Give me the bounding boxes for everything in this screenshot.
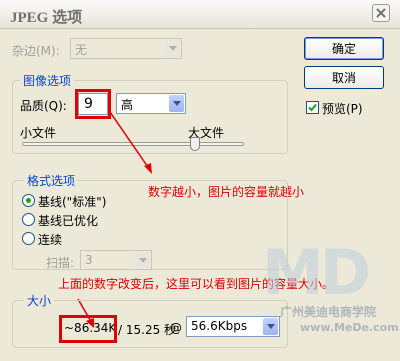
size-legend: 大小	[24, 292, 55, 309]
watermark-url: www.MeDe.com.cn	[300, 321, 400, 334]
speed-value: 56.6Kbps	[191, 319, 248, 333]
speed-select[interactable]: 56.6Kbps	[186, 316, 280, 337]
scans-value: 3	[85, 253, 93, 267]
radio-label-baseline-standard: 基线("标准")	[38, 195, 107, 209]
radio-baseline-optimized[interactable]	[22, 213, 35, 226]
at-symbol: @	[170, 321, 182, 335]
radio-baseline-standard[interactable]	[22, 194, 35, 207]
watermark-name: 广州美迪电商学院	[280, 305, 377, 319]
download-time: / 15.25 秒	[118, 323, 177, 337]
format-options-legend: 格式选项	[24, 172, 79, 189]
radio-label-baseline-optimized: 基线已优化	[38, 214, 99, 228]
radio-progressive[interactable]	[22, 232, 35, 245]
chevron-down-icon	[263, 318, 278, 335]
scans-select[interactable]: 3	[80, 250, 152, 270]
file-size-highlight-box	[59, 315, 117, 343]
watermark-logo: MD	[262, 236, 371, 309]
chevron-down-icon	[135, 252, 150, 268]
radio-label-progressive: 连续	[38, 233, 63, 247]
scans-label: 扫描:	[46, 256, 75, 270]
